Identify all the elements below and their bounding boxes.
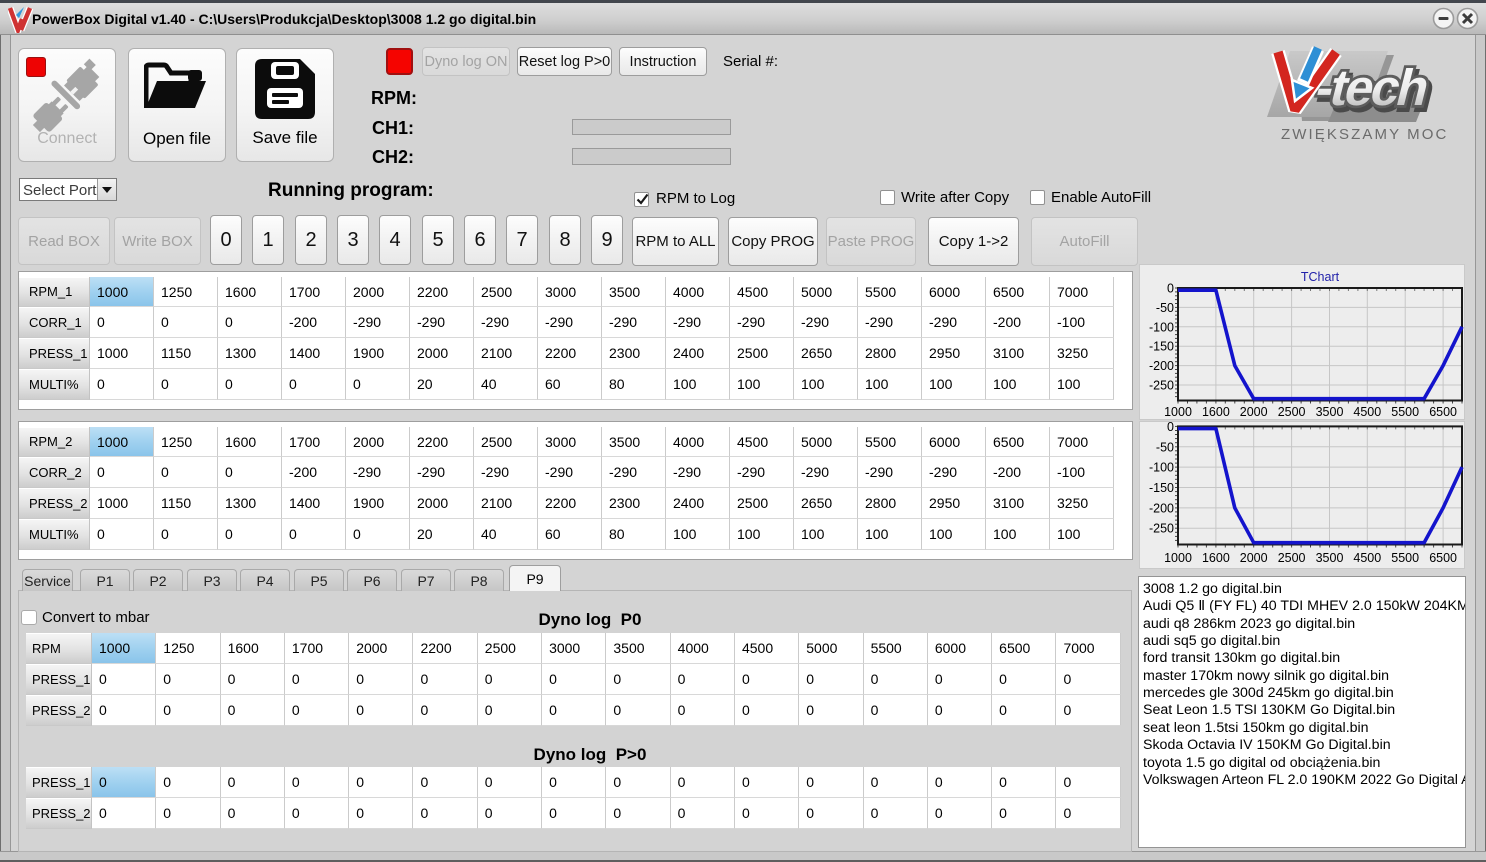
svg-text:1000: 1000 — [1164, 405, 1192, 419]
svg-text:4500: 4500 — [1353, 405, 1381, 419]
svg-text:6500: 6500 — [1429, 405, 1457, 419]
svg-text:-250: -250 — [1149, 522, 1174, 536]
svg-text:-150: -150 — [1149, 340, 1174, 354]
svg-text:-100: -100 — [1149, 320, 1174, 334]
svg-text:6500: 6500 — [1429, 551, 1457, 565]
svg-text:3500: 3500 — [1316, 405, 1344, 419]
svg-text:-50: -50 — [1156, 301, 1174, 315]
svg-text:4500: 4500 — [1353, 551, 1381, 565]
svg-text:-100: -100 — [1149, 461, 1174, 475]
svg-text:1600: 1600 — [1202, 405, 1230, 419]
svg-text:0: 0 — [1167, 282, 1174, 296]
svg-text:5500: 5500 — [1391, 405, 1419, 419]
svg-text:1000: 1000 — [1164, 551, 1192, 565]
svg-text:-50: -50 — [1156, 440, 1174, 454]
svg-text:-200: -200 — [1149, 359, 1174, 373]
svg-text:-150: -150 — [1149, 481, 1174, 495]
svg-text:2000: 2000 — [1240, 405, 1268, 419]
svg-text:0: 0 — [1167, 421, 1174, 434]
svg-text:1600: 1600 — [1202, 551, 1230, 565]
svg-text:5500: 5500 — [1391, 551, 1419, 565]
svg-text:2500: 2500 — [1278, 551, 1306, 565]
svg-text:-250: -250 — [1149, 379, 1174, 393]
svg-text:TChart: TChart — [1301, 270, 1340, 284]
svg-text:3500: 3500 — [1316, 551, 1344, 565]
svg-text:-200: -200 — [1149, 501, 1174, 515]
svg-text:2000: 2000 — [1240, 551, 1268, 565]
svg-text:2500: 2500 — [1278, 405, 1306, 419]
